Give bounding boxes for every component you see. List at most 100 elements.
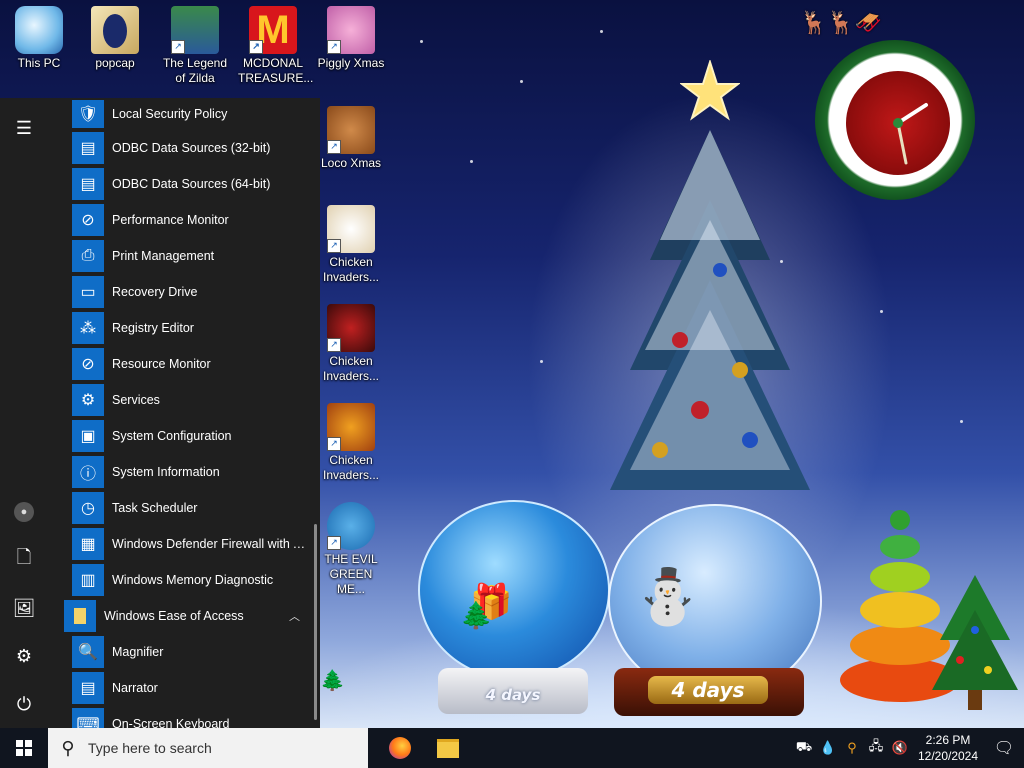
desktop-icon-label: This PC — [17, 56, 61, 70]
windows-logo-icon — [16, 740, 32, 756]
user-account-button[interactable]: ● — [0, 488, 48, 536]
reindeer-sleigh-icon: 🦌🦌🛷 — [800, 10, 883, 35]
small-christmas-tree-icon — [932, 575, 1018, 710]
chicken-shortcut-icon: ↗ — [327, 304, 375, 352]
start-menu: ☰ ● 🗋 🖼 ⚙ ⏻ 🛡 Local Security Policy ▤ OD… — [0, 98, 320, 728]
app-item-label: System Information — [112, 465, 220, 479]
taskbar-search-box[interactable]: ⚲ Type here to search — [48, 728, 368, 768]
security-policy-icon: 🛡 — [72, 100, 104, 128]
app-item-label: ODBC Data Sources (32-bit) — [112, 141, 271, 155]
keyboard-icon: ⌨ — [72, 708, 104, 728]
app-item-label: System Configuration — [112, 429, 232, 443]
app-item-resource-monitor[interactable]: ⊘ Resource Monitor — [56, 346, 314, 382]
clock-hands-icon — [893, 103, 928, 165]
document-icon: 🗋 — [16, 547, 32, 567]
game-shortcut-icon: ↗ — [171, 6, 219, 54]
app-item-odbc-64[interactable]: ▤ ODBC Data Sources (64-bit) — [56, 166, 314, 202]
countdown-left: 4 days — [485, 686, 541, 704]
app-item-label: Magnifier — [112, 645, 164, 659]
chevron-up-icon: ︿ — [289, 611, 300, 623]
app-item-label: ODBC Data Sources (64-bit) — [112, 177, 271, 191]
tree-cursor-icon: 🌲 — [320, 670, 345, 692]
app-item-label: Windows Memory Diagnostic — [112, 573, 274, 587]
desktop-icon-label: Loco Xmas — [320, 156, 382, 170]
desktop-icon-evil-green-me[interactable]: ↗ THE EVIL GREEN ME... — [316, 502, 386, 597]
app-item-local-security-policy[interactable]: 🛡 Local Security Policy — [56, 98, 314, 130]
app-item-label: Resource Monitor — [112, 357, 211, 371]
snow-dot — [540, 360, 543, 363]
app-item-narrator[interactable]: ▤ Narrator — [56, 670, 314, 706]
hamburger-icon: ☰ — [15, 117, 33, 138]
chicken-shortcut-icon: ↗ — [327, 403, 375, 451]
christmas-tree — [610, 130, 810, 490]
start-menu-scrollbar[interactable] — [314, 524, 317, 720]
tray-search-app-icon[interactable]: ⚲ — [840, 728, 864, 768]
desktop-icon-chicken-invaders-1[interactable]: ↗ Chicken Invaders... — [316, 205, 386, 285]
snow-dot — [420, 40, 423, 43]
snow-dot — [470, 160, 473, 163]
desktop-icon-label: Chicken Invaders... — [322, 255, 380, 284]
desktop-icon-popcap[interactable]: popcap — [80, 6, 150, 71]
folder-windows-ease-of-access[interactable]: Windows Ease of Access ︿ — [56, 598, 314, 634]
app-item-services[interactable]: ⚙ Services — [56, 382, 314, 418]
search-placeholder: Type here to search — [88, 740, 212, 756]
narrator-icon: ▤ — [72, 672, 104, 704]
documents-button[interactable]: 🗋 — [0, 536, 48, 584]
app-item-system-configuration[interactable]: ▣ System Configuration — [56, 418, 314, 454]
clock-gadget[interactable] — [815, 40, 975, 200]
desktop-icon-mcdonal-treasure[interactable]: M ↗ MCDONAL TREASURE... — [238, 6, 313, 86]
notification-center-button[interactable]: 🗨 — [984, 728, 1024, 768]
app-item-label: Registry Editor — [112, 321, 194, 335]
network-icon[interactable]: 🖧 — [864, 728, 888, 768]
resource-monitor-icon: ⊘ — [72, 348, 104, 380]
app-item-recovery-drive[interactable]: ▭ Recovery Drive — [56, 274, 314, 310]
taskbar-file-explorer[interactable] — [424, 728, 472, 768]
system-config-icon: ▣ — [72, 420, 104, 452]
app-item-label: Performance Monitor — [112, 213, 229, 227]
desktop-icon-chicken-invaders-3[interactable]: ↗ Chicken Invaders... — [316, 403, 386, 483]
tray-drop-icon[interactable]: 💧 — [816, 728, 840, 768]
desktop-icon-label: Piggly Xmas — [317, 56, 385, 70]
drive-icon: ▭ — [72, 276, 104, 308]
odbc-icon: ▤ — [72, 168, 104, 200]
performance-icon: ⊘ — [72, 204, 104, 236]
volume-muted-icon[interactable]: 🔇 — [888, 728, 912, 768]
desktop-icon-chicken-invaders-2[interactable]: ↗ Chicken Invaders... — [316, 304, 386, 384]
power-button[interactable]: ⏻ — [0, 680, 48, 728]
app-item-performance-monitor[interactable]: ⊘ Performance Monitor — [56, 202, 314, 238]
snow-dot — [600, 30, 603, 33]
app-item-on-screen-keyboard[interactable]: ⌨ On-Screen Keyboard — [56, 706, 314, 728]
snow-globe-left: 🎁 🌲 — [418, 500, 610, 680]
start-menu-rail: ☰ ● 🗋 🖼 ⚙ ⏻ — [0, 98, 48, 728]
app-item-windows-memory-diagnostic[interactable]: ▥ Windows Memory Diagnostic — [56, 562, 314, 598]
services-gear-icon: ⚙ — [72, 384, 104, 416]
app-item-magnifier[interactable]: 🔍 Magnifier — [56, 634, 314, 670]
app-item-registry-editor[interactable]: ⁂ Registry Editor — [56, 310, 314, 346]
snow-dot — [520, 80, 523, 83]
tray-clock[interactable]: 2:26 PM 12/20/2024 — [912, 732, 984, 764]
app-item-system-information[interactable]: ⓘ System Information — [56, 454, 314, 490]
start-button[interactable] — [0, 728, 48, 768]
taskbar-firefox[interactable] — [376, 728, 424, 768]
app-item-windows-defender-firewall[interactable]: ▦ Windows Defender Firewall with A... — [56, 526, 314, 562]
hamburger-menu-button[interactable]: ☰ — [0, 104, 48, 152]
desktop-icon-loco-xmas[interactable]: ↗ Loco Xmas — [316, 106, 386, 171]
snowman-icon: ⛄ — [634, 567, 702, 627]
settings-button[interactable]: ⚙ — [0, 632, 48, 680]
folder-label: Windows Ease of Access — [104, 609, 244, 623]
app-item-task-scheduler[interactable]: ◷ Task Scheduler — [56, 490, 314, 526]
tray-app-icon[interactable]: ⛟ — [792, 728, 816, 768]
pictures-icon: 🖼 — [12, 597, 36, 618]
odbc-icon: ▤ — [72, 132, 104, 164]
pictures-button[interactable]: 🖼 — [0, 584, 48, 632]
desktop-icon-this-pc[interactable]: This PC — [4, 6, 74, 71]
app-item-print-management[interactable]: ⎙ Print Management — [56, 238, 314, 274]
magnifier-icon: 🔍 — [72, 636, 104, 668]
desktop-icon-piggly-xmas[interactable]: ↗ Piggly Xmas — [316, 6, 386, 71]
computer-icon — [15, 6, 63, 54]
search-icon: ⚲ — [61, 737, 75, 758]
users-shortcut-icon: ↗ — [327, 502, 375, 550]
app-item-odbc-32[interactable]: ▤ ODBC Data Sources (32-bit) — [56, 130, 314, 166]
app-item-label: On-Screen Keyboard — [112, 717, 230, 728]
desktop-icon-legend-of-zilda[interactable]: ↗ The Legend of Zilda — [160, 6, 230, 86]
